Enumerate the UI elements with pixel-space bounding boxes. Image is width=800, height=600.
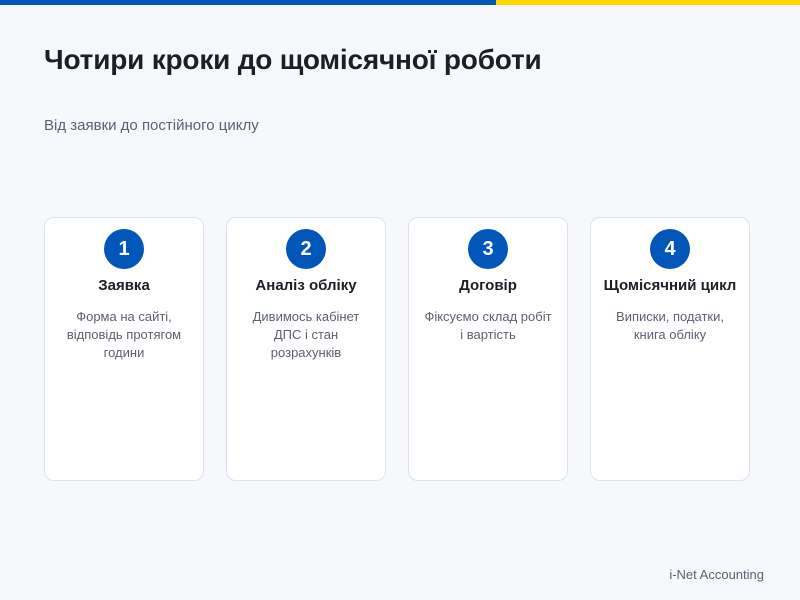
step-number-badge: 3 [468, 229, 508, 269]
page-subtitle: Від заявки до постійного циклу [44, 117, 259, 134]
step-title: Заявка [98, 277, 150, 294]
step-description: Фіксуємо склад робіт і вартість [424, 309, 552, 342]
footer-brand: i-Net Accounting [669, 567, 764, 582]
step-card-2: 2 Аналіз обліку Дивимось кабінет ДПС і с… [226, 217, 386, 481]
step-number-badge: 2 [286, 229, 326, 269]
steps-row: 1 Заявка Форма на сайті, відповідь протя… [44, 217, 750, 481]
step-description: Виписки, податки, книга обліку [616, 309, 724, 342]
step-title: Аналіз обліку [255, 277, 357, 294]
step-description: Форма на сайті, відповідь протягом годин… [66, 309, 182, 360]
step-number-badge: 4 [650, 229, 690, 269]
step-title: Щомісячний цикл [603, 277, 737, 294]
step-description: Дивимось кабінет ДПС і стан розрахунків [252, 309, 360, 360]
step-card-3: 3 Договір Фіксуємо склад робіт і вартіст… [408, 217, 568, 481]
step-title: Договір [459, 277, 517, 294]
step-card-1: 1 Заявка Форма на сайті, відповідь протя… [44, 217, 204, 481]
page-title: Чотири кроки до щомісячної роботи [44, 44, 542, 75]
top-accent-bar [0, 0, 800, 5]
step-card-4: 4 Щомісячний цикл Виписки, податки, книг… [590, 217, 750, 481]
top-accent-bar-blue [0, 0, 496, 5]
top-accent-bar-yellow [496, 0, 800, 5]
step-number-badge: 1 [104, 229, 144, 269]
